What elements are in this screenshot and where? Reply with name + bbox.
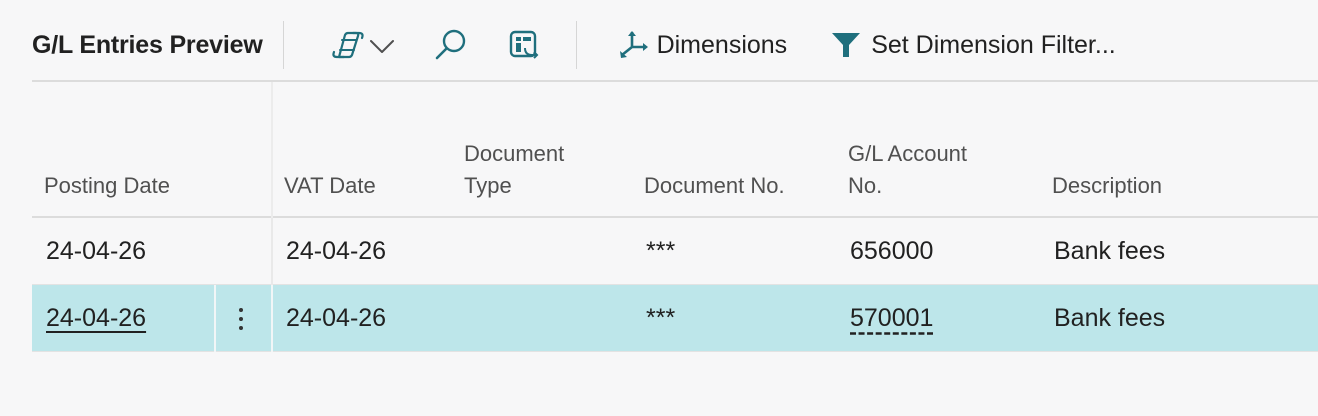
toolbar-separator xyxy=(282,21,284,69)
dimensions-button[interactable]: Dimensions xyxy=(619,29,788,61)
dimensions-icon xyxy=(619,31,648,58)
set-dimension-filter-label: Set Dimension Filter... xyxy=(871,30,1116,59)
gl-account-no-cell[interactable]: 656000 xyxy=(850,218,933,285)
vat-date-cell[interactable]: 24-04-26 xyxy=(286,285,386,352)
posting-date-cell[interactable]: 24-04-26 xyxy=(46,218,146,285)
set-dimension-filter-button[interactable]: Set Dimension Filter... xyxy=(831,30,1116,60)
cell-separator xyxy=(271,218,273,285)
toolbar-separator xyxy=(575,21,577,69)
description-cell[interactable]: Bank fees xyxy=(1054,218,1165,285)
table-row-selected[interactable]: 24-04-26 24-04-26 *** 570001 Bank fees xyxy=(32,285,1318,352)
copilot-button[interactable] xyxy=(330,30,396,60)
dimensions-label: Dimensions xyxy=(656,30,788,59)
column-header-document-type[interactable]: Document Type xyxy=(464,138,564,202)
column-divider xyxy=(271,82,273,218)
column-header-posting-date[interactable]: Posting Date xyxy=(44,170,170,202)
row-actions-menu-icon[interactable] xyxy=(230,285,252,352)
description-cell[interactable]: Bank fees xyxy=(1054,285,1165,352)
cell-separator xyxy=(214,285,216,352)
personalize-icon xyxy=(509,30,538,59)
personalize-button[interactable] xyxy=(508,29,540,61)
column-header-description[interactable]: Description xyxy=(1052,170,1162,202)
gl-account-no-link[interactable]: 570001 xyxy=(850,285,933,352)
chevron-down-icon xyxy=(369,40,394,53)
vat-date-cell[interactable]: 24-04-26 xyxy=(286,218,386,285)
search-icon xyxy=(435,29,465,60)
grid-header: Posting Date VAT Date Document Type Docu… xyxy=(32,82,1318,218)
document-no-cell[interactable]: *** xyxy=(646,285,675,352)
copilot-icon xyxy=(331,31,364,59)
action-bar: G/L Entries Preview Dimensions Set Dimen… xyxy=(32,16,1318,74)
cell-separator xyxy=(271,285,273,352)
page-title: G/L Entries Preview xyxy=(32,30,263,59)
table-row[interactable]: 24-04-26 24-04-26 *** 656000 Bank fees xyxy=(32,218,1318,285)
column-header-vat-date[interactable]: VAT Date xyxy=(284,170,376,202)
filter-icon xyxy=(832,33,861,57)
document-no-cell[interactable]: *** xyxy=(646,218,675,285)
column-header-gl-account-no[interactable]: G/L Account No. xyxy=(848,138,967,202)
posting-date-link[interactable]: 24-04-26 xyxy=(46,285,146,352)
search-button[interactable] xyxy=(434,28,468,62)
column-header-document-no[interactable]: Document No. xyxy=(644,170,785,202)
gl-entries-grid: Posting Date VAT Date Document Type Docu… xyxy=(32,82,1318,352)
